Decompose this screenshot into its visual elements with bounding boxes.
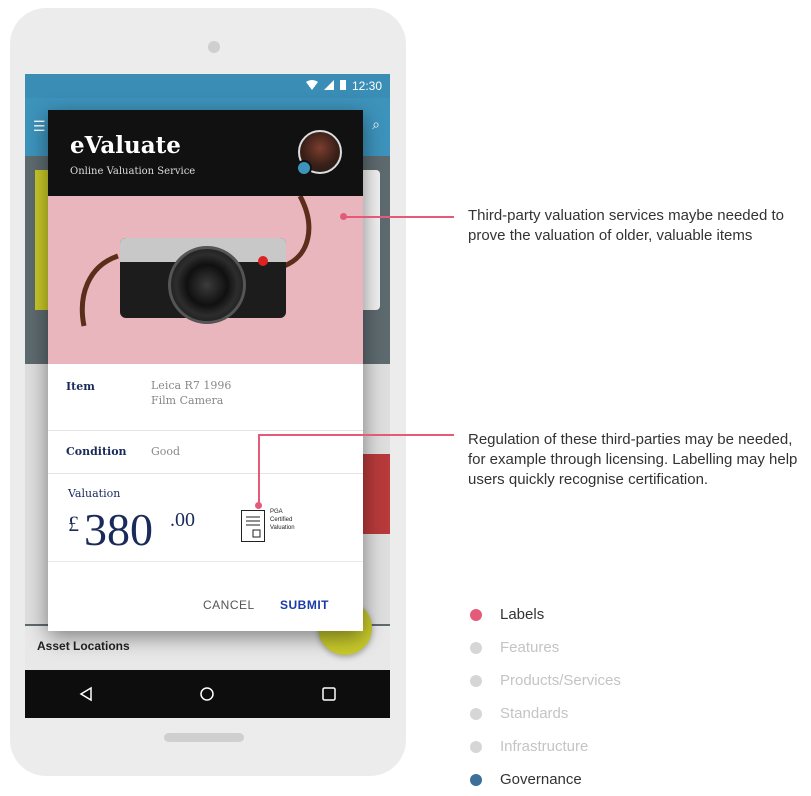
legend-dot-icon xyxy=(470,641,482,654)
legend-label: Infrastructure xyxy=(500,738,589,755)
legend-item-products-services: Products/Services xyxy=(470,664,770,697)
submit-button[interactable]: SUBMIT xyxy=(280,598,329,612)
legend-dot-icon xyxy=(470,707,482,720)
legend-dot-icon xyxy=(470,674,482,687)
item-value-line2: Film Camera xyxy=(151,394,224,407)
callout-2-line xyxy=(258,434,454,436)
legend: Labels Features Products/Services Standa… xyxy=(470,598,770,796)
home-icon[interactable] xyxy=(187,674,227,714)
item-value-line1: Leica R7 1996 xyxy=(151,379,232,392)
annotation-2: Regulation of these third-parties may be… xyxy=(468,431,798,488)
valuation-label: Valuation xyxy=(68,487,121,500)
legend-item-infrastructure: Infrastructure xyxy=(470,730,770,763)
search-icon[interactable]: ⌕ xyxy=(372,116,380,133)
legend-item-standards: Standards xyxy=(470,697,770,730)
cert-line1: PGA xyxy=(270,509,283,515)
wifi-icon xyxy=(305,79,318,93)
legend-item-features: Features xyxy=(470,631,770,664)
cancel-button[interactable]: CANCEL xyxy=(203,598,255,612)
condition-label: Condition xyxy=(66,445,127,458)
valuation-dialog: eValuate Online Valuation Service Item L… xyxy=(48,110,363,631)
annotation-1: Third-party valuation services maybe nee… xyxy=(468,207,784,244)
home-indicator xyxy=(164,733,244,742)
callout-2-dot xyxy=(255,502,262,509)
verified-badge-icon xyxy=(296,160,312,176)
signal-icon xyxy=(323,79,334,93)
legend-label: Features xyxy=(500,639,560,656)
amount-decimals: .00 xyxy=(170,509,195,531)
legend-dot-icon xyxy=(470,773,482,786)
recents-icon[interactable] xyxy=(309,674,349,714)
callout-2-vertical-line xyxy=(258,434,260,506)
condition-row: Condition Good xyxy=(48,431,363,474)
status-bar: 12:30 xyxy=(25,74,390,98)
battery-icon xyxy=(339,79,346,93)
certification-label: PGA Certified Valuation xyxy=(270,508,330,532)
actions-divider xyxy=(48,561,363,562)
amount-whole: 380 xyxy=(84,504,153,555)
camera-dot xyxy=(208,41,220,53)
menu-icon[interactable]: ☰ xyxy=(33,118,46,135)
legend-item-governance: Governance xyxy=(470,763,770,796)
dialog-title: eValuate xyxy=(70,132,181,159)
legend-label: Governance xyxy=(500,771,582,788)
condition-value: Good xyxy=(151,445,181,458)
legend-item-labels: Labels xyxy=(470,598,770,631)
item-row: Item Leica R7 1996 Film Camera xyxy=(48,364,363,431)
item-label: Item xyxy=(66,380,95,393)
legend-dot-icon xyxy=(470,740,482,753)
item-photo xyxy=(48,196,363,364)
item-value: Leica R7 1996 Film Camera xyxy=(151,378,231,408)
dialog-subtitle: Online Valuation Service xyxy=(70,166,196,177)
back-icon[interactable] xyxy=(66,674,106,714)
legend-label: Labels xyxy=(500,606,545,623)
status-time: 12:30 xyxy=(351,79,382,93)
dialog-header: eValuate Online Valuation Service xyxy=(48,110,363,196)
legend-label: Standards xyxy=(500,705,569,722)
callout-1-line xyxy=(344,216,454,218)
asset-locations-label: Asset Locations xyxy=(37,639,130,653)
legend-label: Products/Services xyxy=(500,672,621,689)
camera-lens xyxy=(168,246,246,324)
nav-bar xyxy=(25,670,390,718)
cert-line2: Certified xyxy=(270,517,293,523)
certificate-icon xyxy=(241,510,265,542)
camera-logo-dot xyxy=(258,256,268,266)
legend-dot-icon xyxy=(470,608,482,621)
currency-symbol: £ xyxy=(68,511,79,536)
cert-line3: Valuation xyxy=(270,525,295,531)
